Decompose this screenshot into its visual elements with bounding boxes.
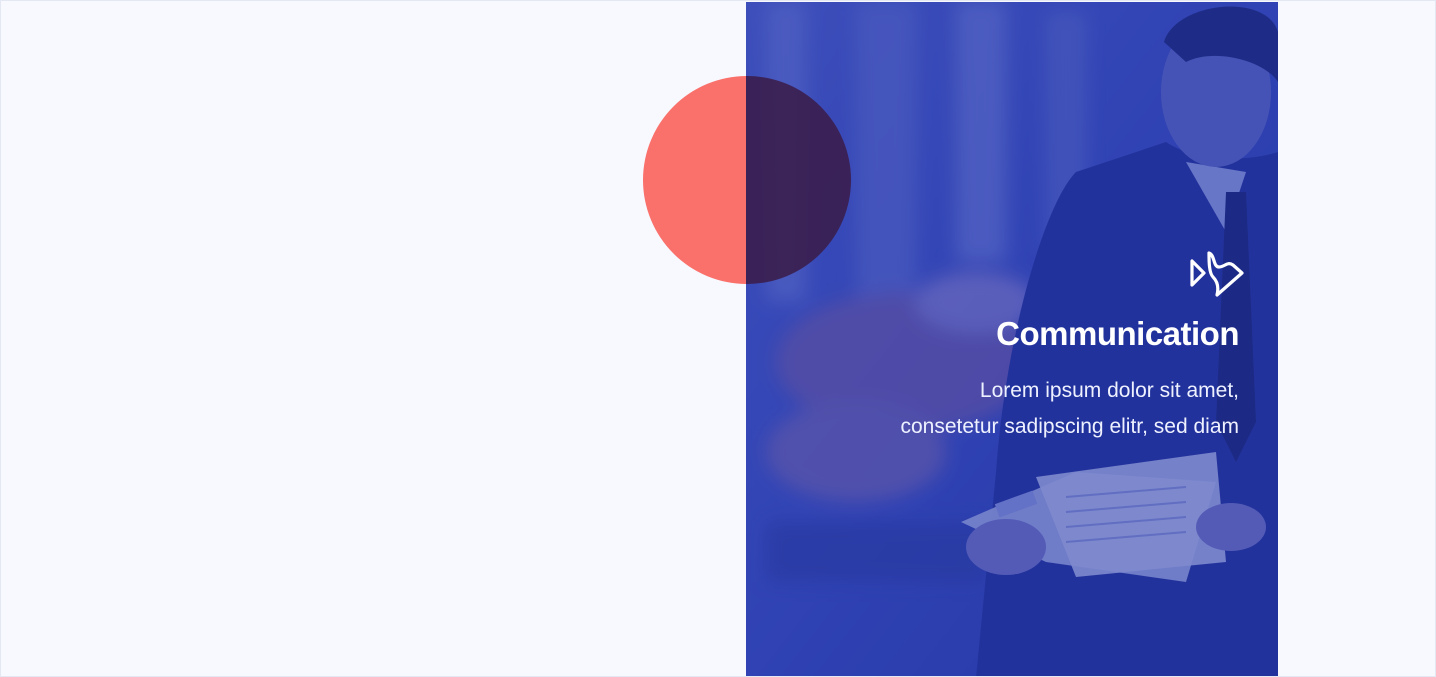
decorative-circle-overlap <box>746 76 851 284</box>
play-forward-icon <box>1190 251 1244 297</box>
feature-title: Communication <box>996 315 1239 352</box>
description-line: Lorem ipsum dolor sit amet, <box>979 379 1239 402</box>
slide-canvas: Communication Lorem ipsum dolor sit amet… <box>0 0 1436 677</box>
feature-description: Lorem ipsum dolor sit amet, consetetur s… <box>839 373 1239 445</box>
description-line: consetetur sadipscing elitr, sed diam <box>900 415 1239 438</box>
